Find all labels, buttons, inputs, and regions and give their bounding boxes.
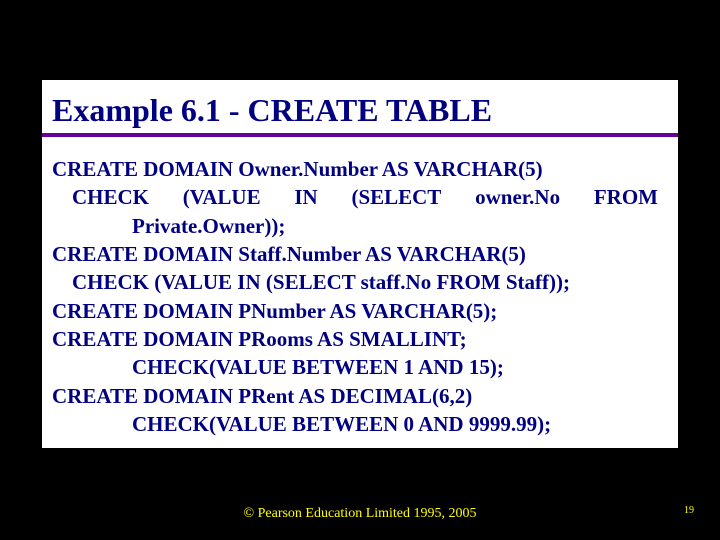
slide-title: Example 6.1 - CREATE TABLE xyxy=(42,80,678,137)
code-line: CREATE DOMAIN Staff.Number AS VARCHAR(5) xyxy=(52,240,668,268)
code-line: CREATE DOMAIN PRooms AS SMALLINT; xyxy=(52,325,668,353)
code-line: Private.Owner)); xyxy=(52,212,668,240)
slide-container: Example 6.1 - CREATE TABLE CREATE DOMAIN… xyxy=(0,0,720,540)
code-line: CHECK(VALUE BETWEEN 1 AND 15); xyxy=(52,353,668,381)
code-token: owner.No xyxy=(475,183,560,211)
copyright-footer: © Pearson Education Limited 1995, 2005 xyxy=(0,506,720,522)
code-line: CREATE DOMAIN PRent AS DECIMAL(6,2) xyxy=(52,382,668,410)
code-token: IN xyxy=(294,183,317,211)
code-line: CHECK(VALUE BETWEEN 0 AND 9999.99); xyxy=(52,410,668,438)
code-line: CREATE DOMAIN Owner.Number AS VARCHAR(5) xyxy=(52,155,668,183)
code-token: (SELECT xyxy=(351,183,441,211)
content-block: Example 6.1 - CREATE TABLE CREATE DOMAIN… xyxy=(42,80,678,448)
code-line: CHECK (VALUE IN (SELECT staff.No FROM St… xyxy=(52,268,668,296)
code-token: FROM xyxy=(594,183,658,211)
code-token: CHECK xyxy=(72,183,149,211)
code-line: CREATE DOMAIN PNumber AS VARCHAR(5); xyxy=(52,297,668,325)
code-token: (VALUE xyxy=(183,183,261,211)
page-number: 19 xyxy=(684,505,694,516)
code-line: CHECK (VALUE IN (SELECT owner.No FROM xyxy=(52,183,668,211)
slide-body: CREATE DOMAIN Owner.Number AS VARCHAR(5)… xyxy=(42,141,678,448)
